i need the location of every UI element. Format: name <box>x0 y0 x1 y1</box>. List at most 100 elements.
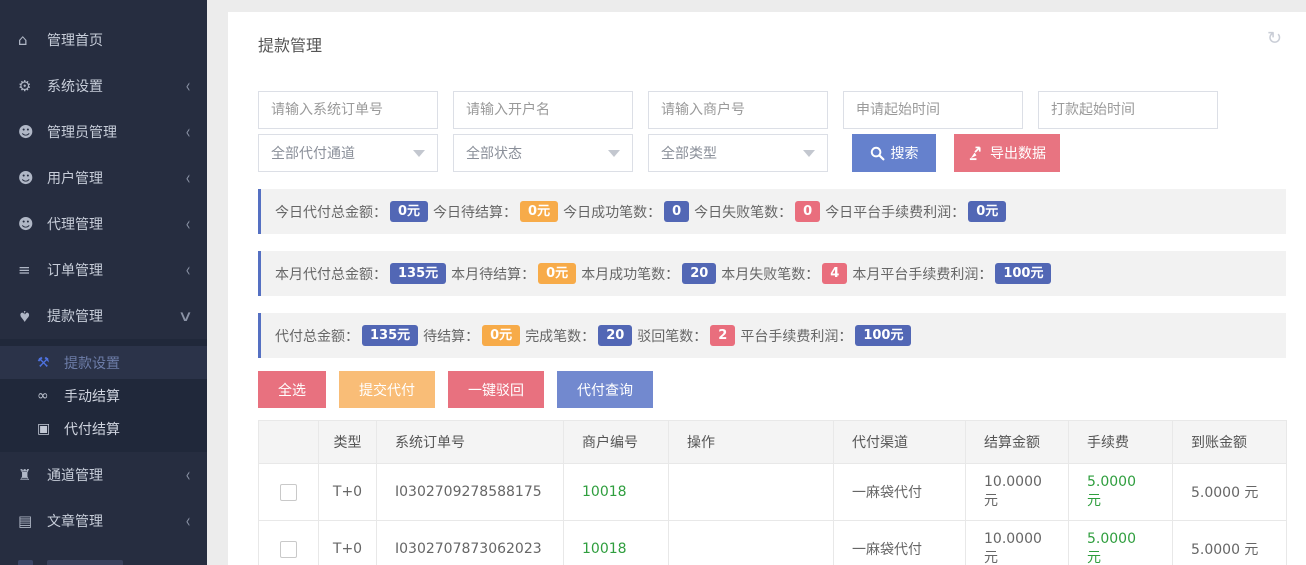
payment-start-time-input[interactable] <box>1038 91 1218 129</box>
stat-segment: 平台手续费利润：100元 <box>740 325 911 346</box>
cell-channel: 一麻袋代付 <box>834 464 966 521</box>
table-header-row: 类型 系统订单号 商户编号 操作 代付渠道 结算金额 手续费 到账金额 <box>259 421 1287 464</box>
users-icon: ☻ <box>18 169 47 187</box>
chevron-left-icon: ‹ <box>186 122 191 142</box>
stat-value-badge: 0 <box>664 201 689 222</box>
filter-row-inputs <box>258 91 1286 129</box>
cell-settle-amount: 10.0000 元 <box>966 464 1069 521</box>
order-no-input[interactable] <box>258 91 438 129</box>
stat-value-badge: 4 <box>822 263 847 284</box>
submenu-item-payout-settlement[interactable]: ▣ 代付结算 <box>0 412 207 445</box>
status-select[interactable]: 全部状态 <box>453 134 633 172</box>
stat-label: 完成笔数： <box>525 326 595 346</box>
select-value: 全部代付通道 <box>271 143 355 163</box>
stat-label: 今日失败笔数： <box>694 202 792 222</box>
stat-segment: 今日成功笔数：0 <box>563 201 689 222</box>
stat-label: 今日代付总金额： <box>275 202 387 222</box>
admin-icon: ☻ <box>18 123 47 141</box>
chevron-left-icon: ‹ <box>186 511 191 531</box>
sidebar-item-article-management[interactable]: ▤ 文章管理 ‹ <box>0 498 207 544</box>
sidebar-item-label: 系统设置 <box>47 76 103 96</box>
stat-value-badge: 135元 <box>390 263 446 284</box>
stat-label: 本月平台手续费利润： <box>852 264 992 284</box>
submenu-item-withdraw-settings[interactable]: ⚒ 提款设置 <box>0 346 207 379</box>
sidebar-item-order-management[interactable]: ≡ 订单管理 ‹ <box>0 247 207 293</box>
select-all-button[interactable]: 全选 <box>258 371 326 408</box>
type-select[interactable]: 全部类型 <box>648 134 828 172</box>
sidebar-item-label: 订单管理 <box>47 260 103 280</box>
submenu-item-manual-settlement[interactable]: ∞ 手动结算 <box>0 379 207 412</box>
sidebar-item-agent-management[interactable]: ☻ 代理管理 ‹ <box>0 201 207 247</box>
cell-action <box>669 521 834 565</box>
actions-row: 全选 提交代付 一键驳回 代付查询 <box>258 371 1286 408</box>
header-channel: 代付渠道 <box>834 421 966 464</box>
stat-value-badge: 0元 <box>520 201 558 222</box>
stat-segment: 本月平台手续费利润：100元 <box>852 263 1051 284</box>
chevron-left-icon: ‹ <box>186 260 191 280</box>
export-data-button[interactable]: 导出数据 <box>954 134 1060 172</box>
sidebar-item-home[interactable]: ⌂ 管理首页 <box>0 17 207 63</box>
stat-segment: 本月成功笔数：20 <box>581 263 716 284</box>
submit-payout-button[interactable]: 提交代付 <box>339 371 435 408</box>
sidebar-item-label: 通道管理 <box>47 465 103 485</box>
stat-label: 代付总金额： <box>275 326 359 346</box>
stat-label: 待结算： <box>423 326 479 346</box>
cell-arrive-amount: 5.0000 元 <box>1173 464 1287 521</box>
stat-value-badge: 100元 <box>855 325 911 346</box>
table-row: T+0 I0302707873062023 10018 一麻袋代付 10.000… <box>259 521 1287 565</box>
stat-segment: 驳回笔数：2 <box>637 325 735 346</box>
stat-segment: 今日失败笔数：0 <box>694 201 820 222</box>
row-checkbox[interactable] <box>280 484 297 501</box>
account-name-input[interactable] <box>453 91 633 129</box>
select-value: 全部类型 <box>661 143 717 163</box>
header-action: 操作 <box>669 421 834 464</box>
refresh-icon[interactable]: ↻ <box>1267 28 1282 49</box>
stat-value-badge: 0元 <box>482 325 520 346</box>
sidebar-item-user-management[interactable]: ☻ 用户管理 ‹ <box>0 155 207 201</box>
sidebar-item-channel-management[interactable]: ♜ 通道管理 ‹ <box>0 452 207 498</box>
stat-value-badge: 2 <box>710 325 735 346</box>
binoculars-icon: ∞ <box>37 388 64 404</box>
sidebar-item-admin-management[interactable]: ☻ 管理员管理 ‹ <box>0 109 207 155</box>
reject-all-button[interactable]: 一键驳回 <box>448 371 544 408</box>
orders-icon: ≡ <box>18 261 47 279</box>
cell-fee: 5.0000 元 <box>1069 464 1173 521</box>
header-type: 类型 <box>319 421 377 464</box>
content-panel: 提款管理 ↻ 全部代付通道 全部状态 全部类型 <box>228 12 1306 565</box>
clone-icon: ▣ <box>37 421 64 437</box>
payout-channel-select[interactable]: 全部代付通道 <box>258 134 438 172</box>
stat-value-badge: 0 <box>795 201 820 222</box>
header-checkbox-col <box>259 421 319 464</box>
cell-channel: 一麻袋代付 <box>834 521 966 565</box>
stat-value-badge: 135元 <box>362 325 418 346</box>
sidebar-item-withdraw-management[interactable]: ♠ 提款管理 ∨ <box>0 293 207 339</box>
stat-label: 今日平台手续费利润： <box>825 202 965 222</box>
home-icon: ⌂ <box>18 31 47 49</box>
stat-value-badge: 100元 <box>995 263 1051 284</box>
sidebar-item-clipped[interactable] <box>0 544 207 565</box>
caret-down-icon <box>413 150 425 157</box>
payout-query-button[interactable]: 代付查询 <box>557 371 653 408</box>
chevron-left-icon: ‹ <box>186 214 191 234</box>
header-settle-amount: 结算金额 <box>966 421 1069 464</box>
submenu-item-label: 代付结算 <box>64 419 120 439</box>
submenu-item-label: 手动结算 <box>64 386 120 406</box>
merchant-no-input[interactable] <box>648 91 828 129</box>
cell-arrive-amount: 5.0000 元 <box>1173 521 1287 565</box>
header-merchant-no: 商户编号 <box>564 421 669 464</box>
stat-label: 本月代付总金额： <box>275 264 387 284</box>
stats-bar-total: 代付总金额：135元 待结算：0元 完成笔数：20 驳回笔数：2 平台手续费利润… <box>258 313 1286 358</box>
stat-label: 本月成功笔数： <box>581 264 679 284</box>
stat-segment: 本月失败笔数：4 <box>721 263 847 284</box>
stat-segment: 今日平台手续费利润：0元 <box>825 201 1006 222</box>
search-button[interactable]: 搜索 <box>852 134 936 172</box>
sidebar-item-label: 提款管理 <box>47 306 103 326</box>
cell-merchant-no: 10018 <box>564 464 669 521</box>
cell-merchant-no: 10018 <box>564 521 669 565</box>
apply-start-time-input[interactable] <box>843 91 1023 129</box>
stat-value-badge: 0元 <box>390 201 428 222</box>
sidebar-item-system-settings[interactable]: ⚙ 系统设置 ‹ <box>0 63 207 109</box>
row-checkbox[interactable] <box>280 541 297 558</box>
chevron-down-icon: ∨ <box>178 309 193 324</box>
export-icon <box>968 146 983 161</box>
